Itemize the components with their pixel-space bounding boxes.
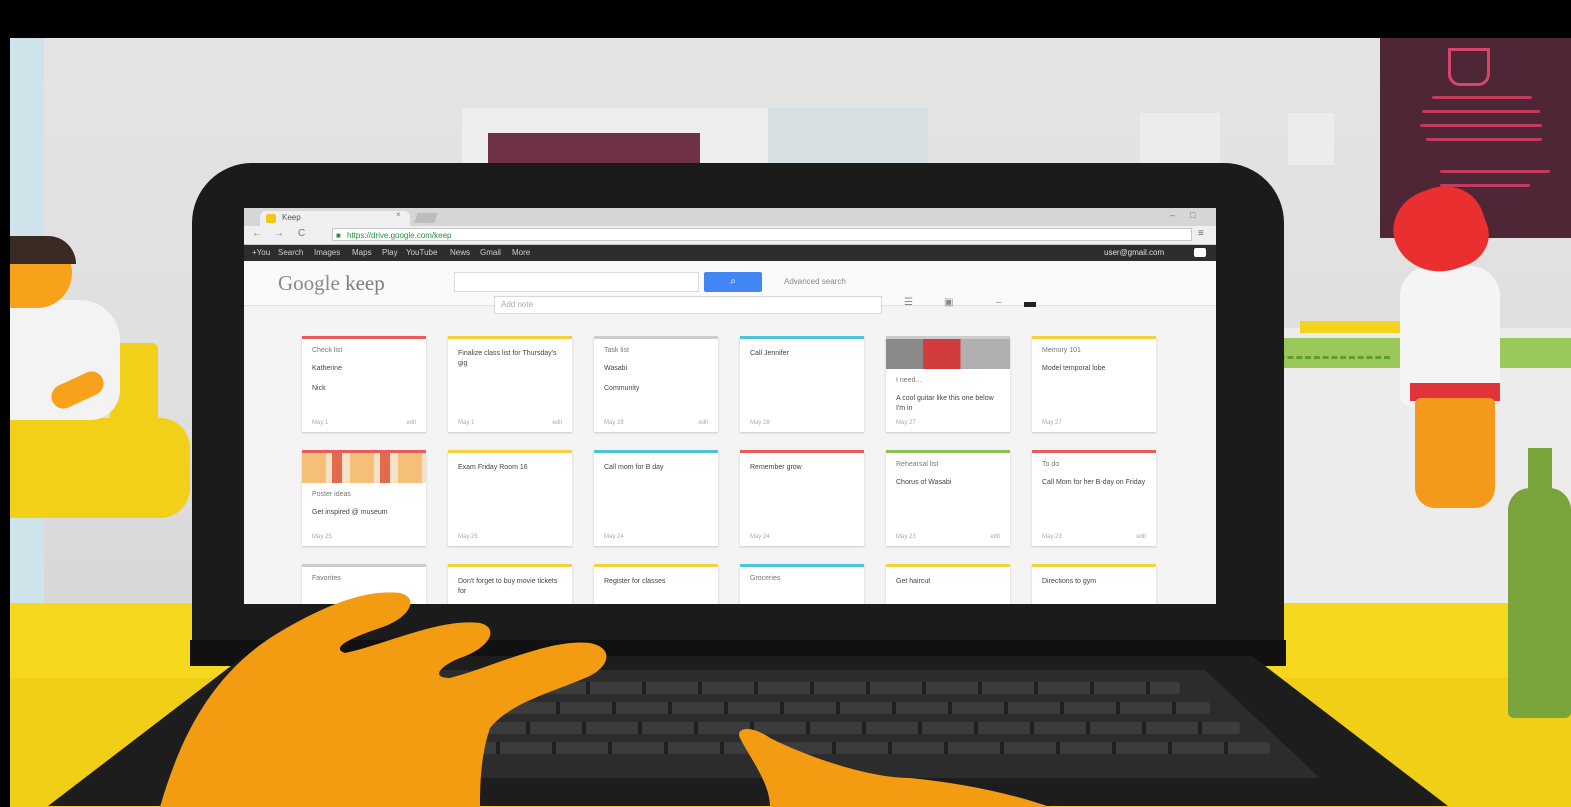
right-hand xyxy=(739,728,1050,807)
typing-hands xyxy=(160,592,1050,807)
illustrated-scene: Keep × – □ ← → C ■ https://drive.google.… xyxy=(10,38,1571,807)
video-frame: Keep × – □ ← → C ■ https://drive.google.… xyxy=(0,0,1571,807)
left-hand xyxy=(160,592,607,807)
